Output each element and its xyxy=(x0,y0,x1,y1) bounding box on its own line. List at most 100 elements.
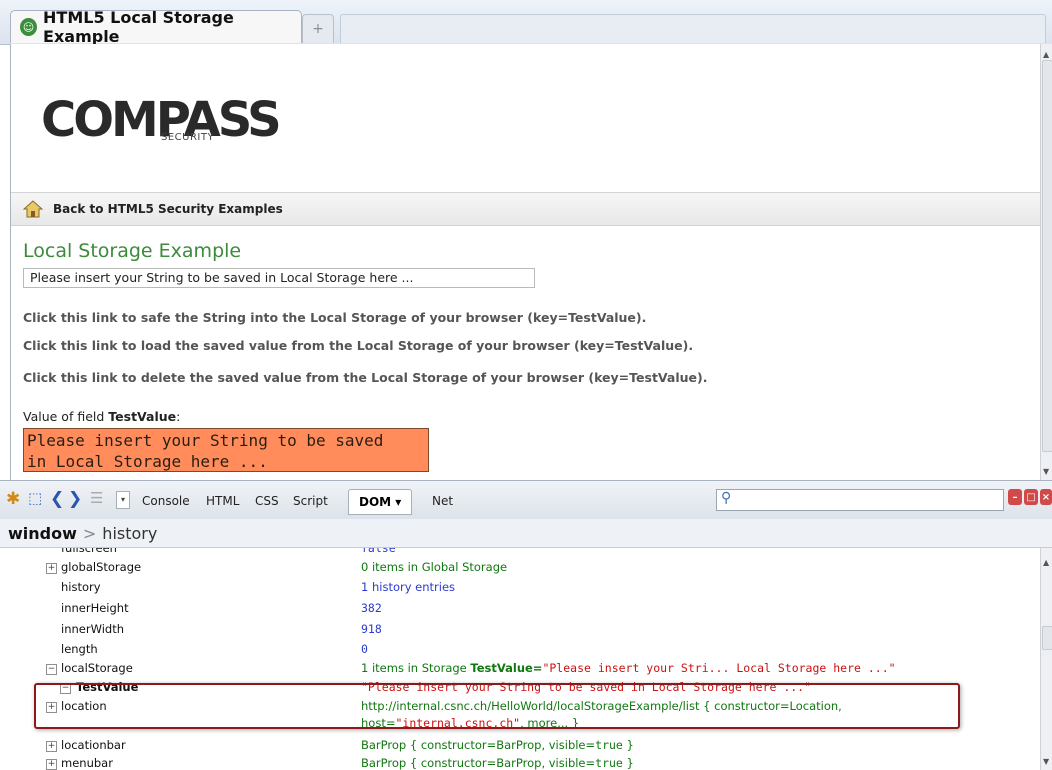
barprop-bool: true xyxy=(595,756,623,770)
dom-prop-name: fullscreen xyxy=(61,548,117,555)
value-line-1: Please insert your String to be saved xyxy=(27,431,384,450)
dom-prop-value-line2: host="internal.csnc.ch", more... } xyxy=(361,716,579,730)
compass-logo: COMPASS SECURITY xyxy=(41,88,282,148)
value-label-prefix: Value of field xyxy=(23,409,109,424)
search-icon: ⚲ xyxy=(721,490,732,506)
scroll-up-icon[interactable]: ▲ xyxy=(1043,558,1049,567)
expand-icon[interactable]: + xyxy=(46,741,57,752)
dom-row[interactable]: − localStorage 1 items in Storage TestVa… xyxy=(0,661,1040,680)
firebug-search-input[interactable]: ⚲ xyxy=(716,489,1004,511)
collapse-icon[interactable]: − xyxy=(60,683,71,694)
tab-bar: ☺ HTML5 Local Storage Example + xyxy=(0,0,1052,46)
location-url[interactable]: http://internal.csnc.ch/HelloWorld/local… xyxy=(361,699,700,713)
inspect-icon[interactable]: ⬚ xyxy=(28,489,42,507)
value-label: Value of field TestValue: xyxy=(23,409,180,424)
delete-link[interactable]: Click this link to delete the saved valu… xyxy=(23,370,707,385)
dom-row[interactable]: + menubar BarProp { constructor=BarProp,… xyxy=(0,756,1040,770)
tab-console[interactable]: Console xyxy=(142,494,190,508)
dom-prop-name: history xyxy=(61,580,101,594)
dom-prop-value: BarProp { constructor=BarProp, visible=t… xyxy=(361,738,634,752)
back-navigation-bar: Back to HTML5 Security Examples xyxy=(11,192,1041,226)
scroll-thumb[interactable] xyxy=(1042,60,1052,452)
scroll-down-icon[interactable]: ▼ xyxy=(1043,757,1049,766)
expand-icon[interactable]: + xyxy=(46,702,57,713)
tab-css[interactable]: CSS xyxy=(255,494,279,508)
page-scrollbar[interactable]: ▲ ▼ xyxy=(1040,44,1052,480)
dom-row[interactable]: − TestValue "Please insert your String t… xyxy=(0,680,1040,699)
breadcrumb: window > history xyxy=(0,519,1052,548)
dom-prop-name: globalStorage xyxy=(61,560,142,574)
save-link[interactable]: Click this link to safe the String into … xyxy=(23,310,646,325)
dom-row[interactable]: length 0 xyxy=(0,642,1040,661)
back-arrow-icon[interactable]: ❮ xyxy=(50,489,64,509)
barprop-close: } xyxy=(622,756,634,770)
new-tab-button[interactable]: + xyxy=(302,14,334,43)
dom-prop-value: 1 items in Storage TestValue="Please ins… xyxy=(361,661,896,675)
dom-prop-name: TestValue xyxy=(76,680,139,694)
location-more[interactable]: , more... } xyxy=(520,716,579,730)
dom-prop-name: localStorage xyxy=(61,661,133,675)
firebug-icon[interactable]: ✱ xyxy=(6,489,20,509)
dom-row[interactable]: + location http://internal.csnc.ch/Hello… xyxy=(0,699,1040,735)
dom-row[interactable]: innerHeight 382 xyxy=(0,601,1040,620)
dom-prop-value: 0 xyxy=(361,642,368,656)
string-input[interactable]: Please insert your String to be saved in… xyxy=(23,268,535,288)
tab-title: HTML5 Local Storage Example xyxy=(43,8,234,46)
page-title: Local Storage Example xyxy=(23,240,242,262)
dom-prop-value: "Please insert your String to be saved i… xyxy=(361,680,812,694)
dom-prop-value: BarProp { constructor=BarProp, visible=t… xyxy=(361,756,634,770)
load-link[interactable]: Click this link to load the saved value … xyxy=(23,338,693,353)
browser-tab[interactable]: ☺ HTML5 Local Storage Example xyxy=(10,8,302,46)
storage-count: 1 items in Storage xyxy=(361,661,471,675)
breadcrumb-root[interactable]: window xyxy=(8,524,77,543)
forward-arrow-icon[interactable]: ❯ xyxy=(68,489,82,509)
scroll-down-icon[interactable]: ▼ xyxy=(1043,467,1049,476)
close-icon[interactable]: × xyxy=(1040,489,1052,505)
plus-icon: + xyxy=(312,21,324,37)
dom-scrollbar[interactable]: ▲ ▼ xyxy=(1040,548,1052,770)
dom-panel: fullscreen false + globalStorage 0 items… xyxy=(0,548,1040,770)
home-icon[interactable] xyxy=(22,200,44,218)
dom-row[interactable]: history 1 history entries xyxy=(0,580,1040,599)
dom-prop-name: locationbar xyxy=(61,738,126,752)
dom-prop-value: 0 items in Global Storage xyxy=(361,560,508,574)
favicon-icon: ☺ xyxy=(20,18,38,36)
dom-row[interactable]: + locationbar BarProp { constructor=BarP… xyxy=(0,738,1040,757)
dom-prop-name: innerWidth xyxy=(61,622,124,636)
breadcrumb-current[interactable]: history xyxy=(102,524,157,543)
tab-net[interactable]: Net xyxy=(432,494,453,508)
barprop-text: BarProp { constructor=BarProp, visible= xyxy=(361,738,596,752)
dom-row[interactable]: + globalStorage 0 items in Global Storag… xyxy=(0,560,1040,579)
tab-strip xyxy=(340,14,1046,43)
location-host-value: "internal.csnc.ch" xyxy=(395,716,521,730)
dropdown-icon[interactable]: ▾ xyxy=(116,491,130,509)
minimize-icon[interactable]: – xyxy=(1008,489,1022,505)
expand-icon[interactable]: + xyxy=(46,563,57,574)
expand-icon[interactable]: + xyxy=(46,759,57,770)
list-icon[interactable]: ☰ xyxy=(90,489,103,507)
location-host-key: host= xyxy=(361,716,396,730)
dom-prop-value: http://internal.csnc.ch/HelloWorld/local… xyxy=(361,699,842,713)
barprop-bool: true xyxy=(595,738,623,752)
dom-prop-value: 918 xyxy=(361,622,382,636)
dom-prop-value: false xyxy=(361,548,396,555)
detach-icon[interactable]: □ xyxy=(1024,489,1038,505)
breadcrumb-separator: > xyxy=(82,523,97,543)
barprop-text: BarProp { constructor=BarProp, visible= xyxy=(361,756,596,770)
scroll-thumb[interactable] xyxy=(1042,626,1052,650)
dom-prop-value: 382 xyxy=(361,601,382,615)
tab-html[interactable]: HTML xyxy=(206,494,239,508)
dom-row[interactable]: fullscreen false xyxy=(0,548,1040,560)
tab-dom[interactable]: DOM ▾ xyxy=(348,489,413,515)
back-link[interactable]: Back to HTML5 Security Examples xyxy=(53,202,283,216)
value-label-key: TestValue xyxy=(108,409,177,424)
tab-script[interactable]: Script xyxy=(293,494,328,508)
scroll-up-icon[interactable]: ▲ xyxy=(1043,50,1049,59)
barprop-close: } xyxy=(622,738,634,752)
dom-row[interactable]: innerWidth 918 xyxy=(0,622,1040,641)
dom-prop-name: length xyxy=(61,642,98,656)
dom-prop-name: location xyxy=(61,699,107,713)
dom-prop-name: menubar xyxy=(61,756,113,770)
collapse-icon[interactable]: − xyxy=(46,664,57,675)
value-output-box: Please insert your String to be saved in… xyxy=(23,428,429,472)
